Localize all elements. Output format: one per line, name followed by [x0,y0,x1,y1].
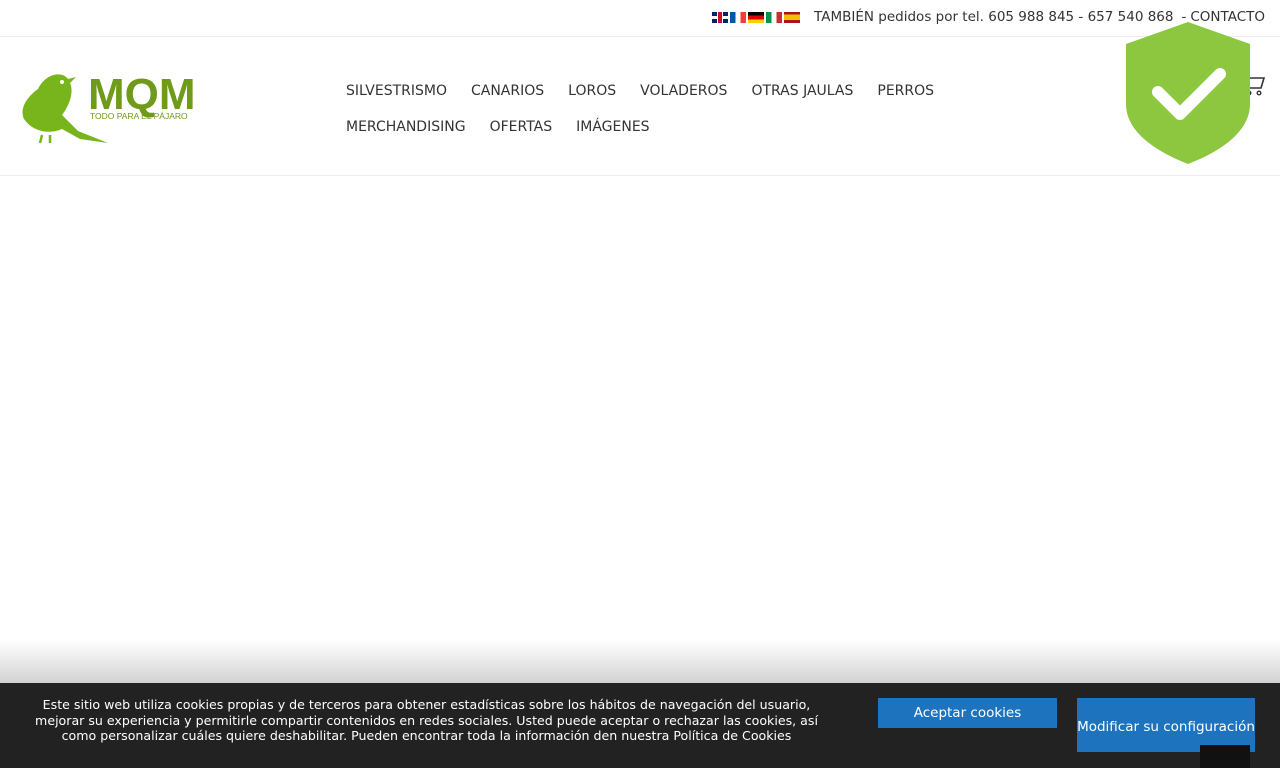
cookie-settings-button[interactable]: Modificar su configuración [1077,698,1255,752]
flag-french-icon[interactable] [730,11,747,23]
main-nav: SILVESTRISMO CANARIOS LOROS VOLADEROS OT… [334,73,934,145]
nav-row-2: MERCHANDISING OFERTAS IMÁGENES [334,109,934,145]
recaptcha-corner [1200,745,1250,768]
language-selector [712,11,802,23]
nav-item-canarios[interactable]: CANARIOS [471,83,544,99]
flag-german-icon[interactable] [748,11,765,23]
nav-item-imagenes[interactable]: IMÁGENES [576,119,649,135]
nav-row-1: SILVESTRISMO CANARIOS LOROS VOLADEROS OT… [334,73,934,109]
flag-italian-icon[interactable] [766,11,783,23]
nav-item-voladeros[interactable]: VOLADEROS [640,83,727,99]
flag-english-icon[interactable] [712,11,729,23]
cookie-banner: Este sitio web utiliza cookies propias y… [0,683,1280,768]
nav-item-silvestrismo[interactable]: SILVESTRISMO [346,83,447,99]
cookie-banner-shadow [0,640,1280,684]
shield-check-icon [1126,22,1250,164]
nav-item-merchandising[interactable]: MERCHANDISING [346,119,466,135]
nav-item-perros[interactable]: PERROS [877,83,934,99]
cookie-message: Este sitio web utiliza cookies propias y… [35,697,818,743]
accept-cookies-button[interactable]: Aceptar cookies [878,698,1057,728]
top-bar: TAMBIÉN pedidos por tel. 605 988 845 - 6… [0,0,1280,37]
site-header: MQM TODO PARA EL PÁJARO SILVESTRISMO CAN… [0,37,1280,176]
logo-subtitle: TODO PARA EL PÁJARO [90,111,188,121]
nav-item-otras-jaulas[interactable]: OTRAS JAULAS [751,83,853,99]
security-shield-badge[interactable] [1124,20,1252,166]
phone-info: TAMBIÉN pedidos por tel. 605 988 845 - 6… [814,9,1174,25]
nav-item-loros[interactable]: LOROS [568,83,616,99]
site-logo[interactable]: MQM TODO PARA EL PÁJARO [18,69,213,144]
nav-item-ofertas[interactable]: OFERTAS [490,119,553,135]
flag-spanish-icon[interactable] [784,11,801,23]
